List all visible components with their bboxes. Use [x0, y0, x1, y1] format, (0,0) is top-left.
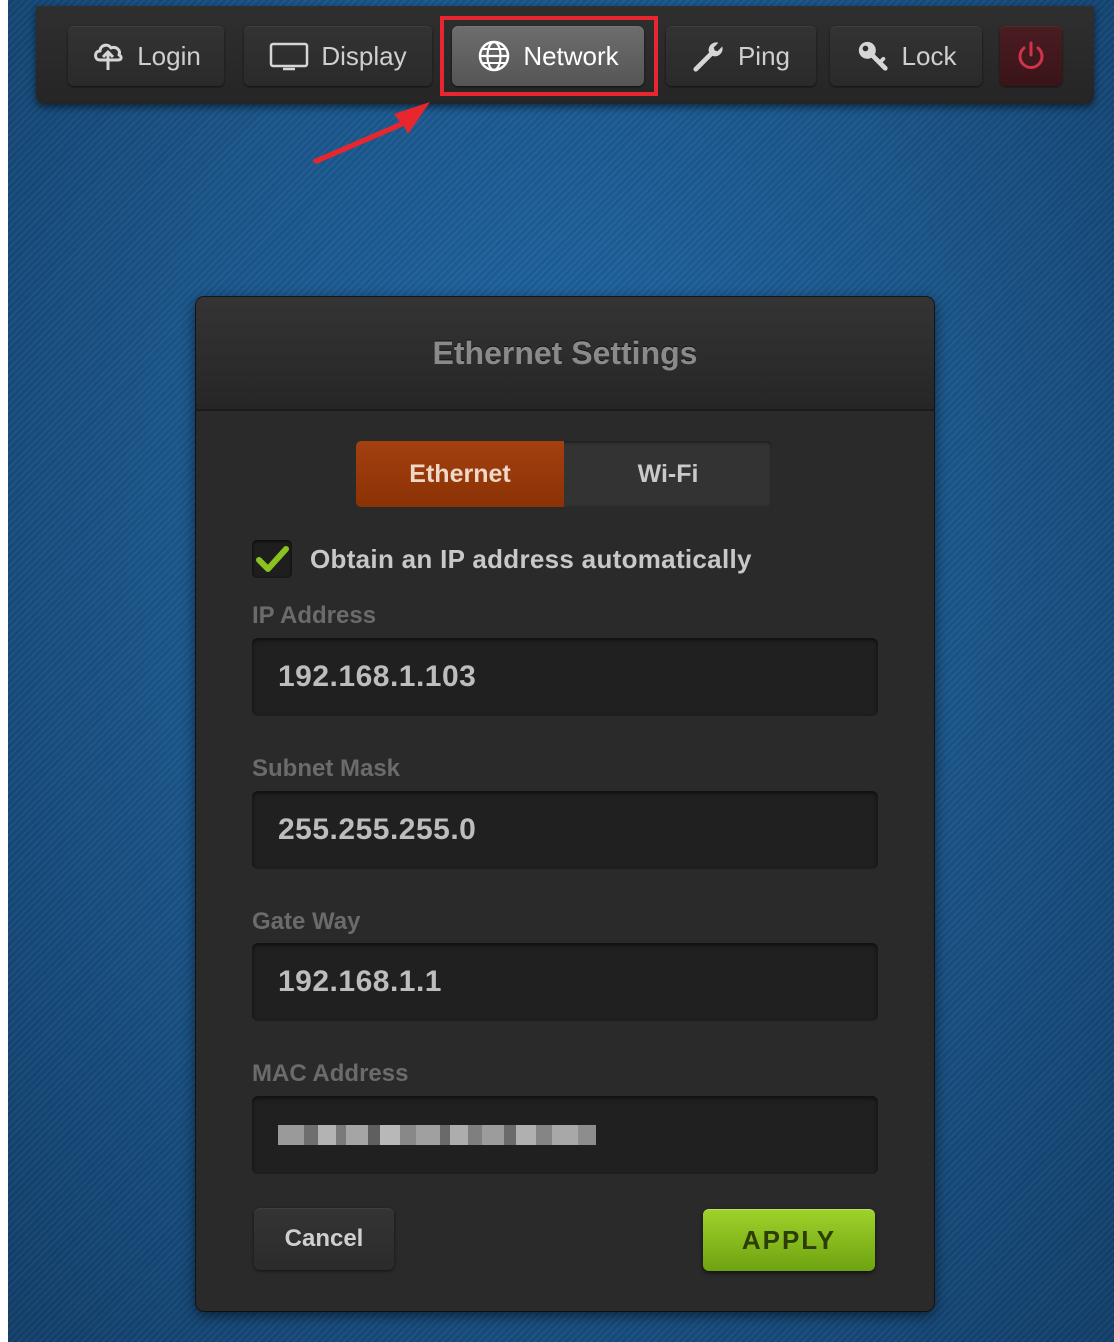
- wrench-icon: [692, 39, 726, 73]
- ping-button[interactable]: Ping: [666, 26, 816, 86]
- power-button[interactable]: [1000, 26, 1062, 86]
- auto-ip-checkbox[interactable]: [252, 540, 292, 578]
- subnet-mask-field[interactable]: 255.255.255.0: [252, 791, 878, 869]
- dialog-header: Ethernet Settings: [196, 297, 934, 411]
- apply-button[interactable]: APPLY: [703, 1209, 875, 1271]
- gateway-field[interactable]: 192.168.1.1: [252, 943, 878, 1021]
- mac-address-label: MAC Address: [252, 1060, 409, 1087]
- highlight-box: [440, 16, 658, 96]
- cloud-upload-icon: [91, 39, 125, 73]
- ip-address-label: IP Address: [252, 602, 377, 629]
- cancel-button[interactable]: Cancel: [254, 1208, 394, 1270]
- mac-address-redacted: [278, 1125, 596, 1145]
- ping-label: Ping: [737, 40, 791, 71]
- display-label: Display: [321, 40, 407, 71]
- gateway-label: Gate Way: [252, 908, 361, 935]
- ethernet-settings-dialog: Ethernet Settings Ethernet Wi-Fi Obtain …: [196, 297, 934, 1311]
- tab-wifi[interactable]: Wi-Fi: [564, 441, 772, 507]
- lock-label: Lock: [901, 40, 957, 71]
- power-icon: [1014, 39, 1048, 73]
- login-label: Login: [137, 40, 201, 71]
- display-button[interactable]: Display: [244, 26, 432, 86]
- key-icon: [856, 39, 890, 73]
- desktop-background: Login Display Network Ping Lock Ethernet…: [8, 0, 1114, 1342]
- annotation-arrow-icon: [312, 102, 430, 164]
- monitor-icon: [269, 39, 309, 73]
- ip-address-field[interactable]: 192.168.1.103: [252, 638, 878, 716]
- auto-ip-row: Obtain an IP address automatically: [252, 537, 752, 581]
- lock-button[interactable]: Lock: [830, 26, 982, 86]
- connection-type-tabs: Ethernet Wi-Fi: [356, 441, 772, 507]
- mac-address-field[interactable]: [252, 1096, 878, 1174]
- subnet-mask-label: Subnet Mask: [252, 755, 401, 782]
- checkmark-icon: [256, 546, 289, 572]
- auto-ip-label: Obtain an IP address automatically: [310, 543, 752, 574]
- login-button[interactable]: Login: [68, 26, 224, 86]
- tab-ethernet[interactable]: Ethernet: [356, 441, 564, 507]
- dialog-title: Ethernet Settings: [432, 334, 698, 371]
